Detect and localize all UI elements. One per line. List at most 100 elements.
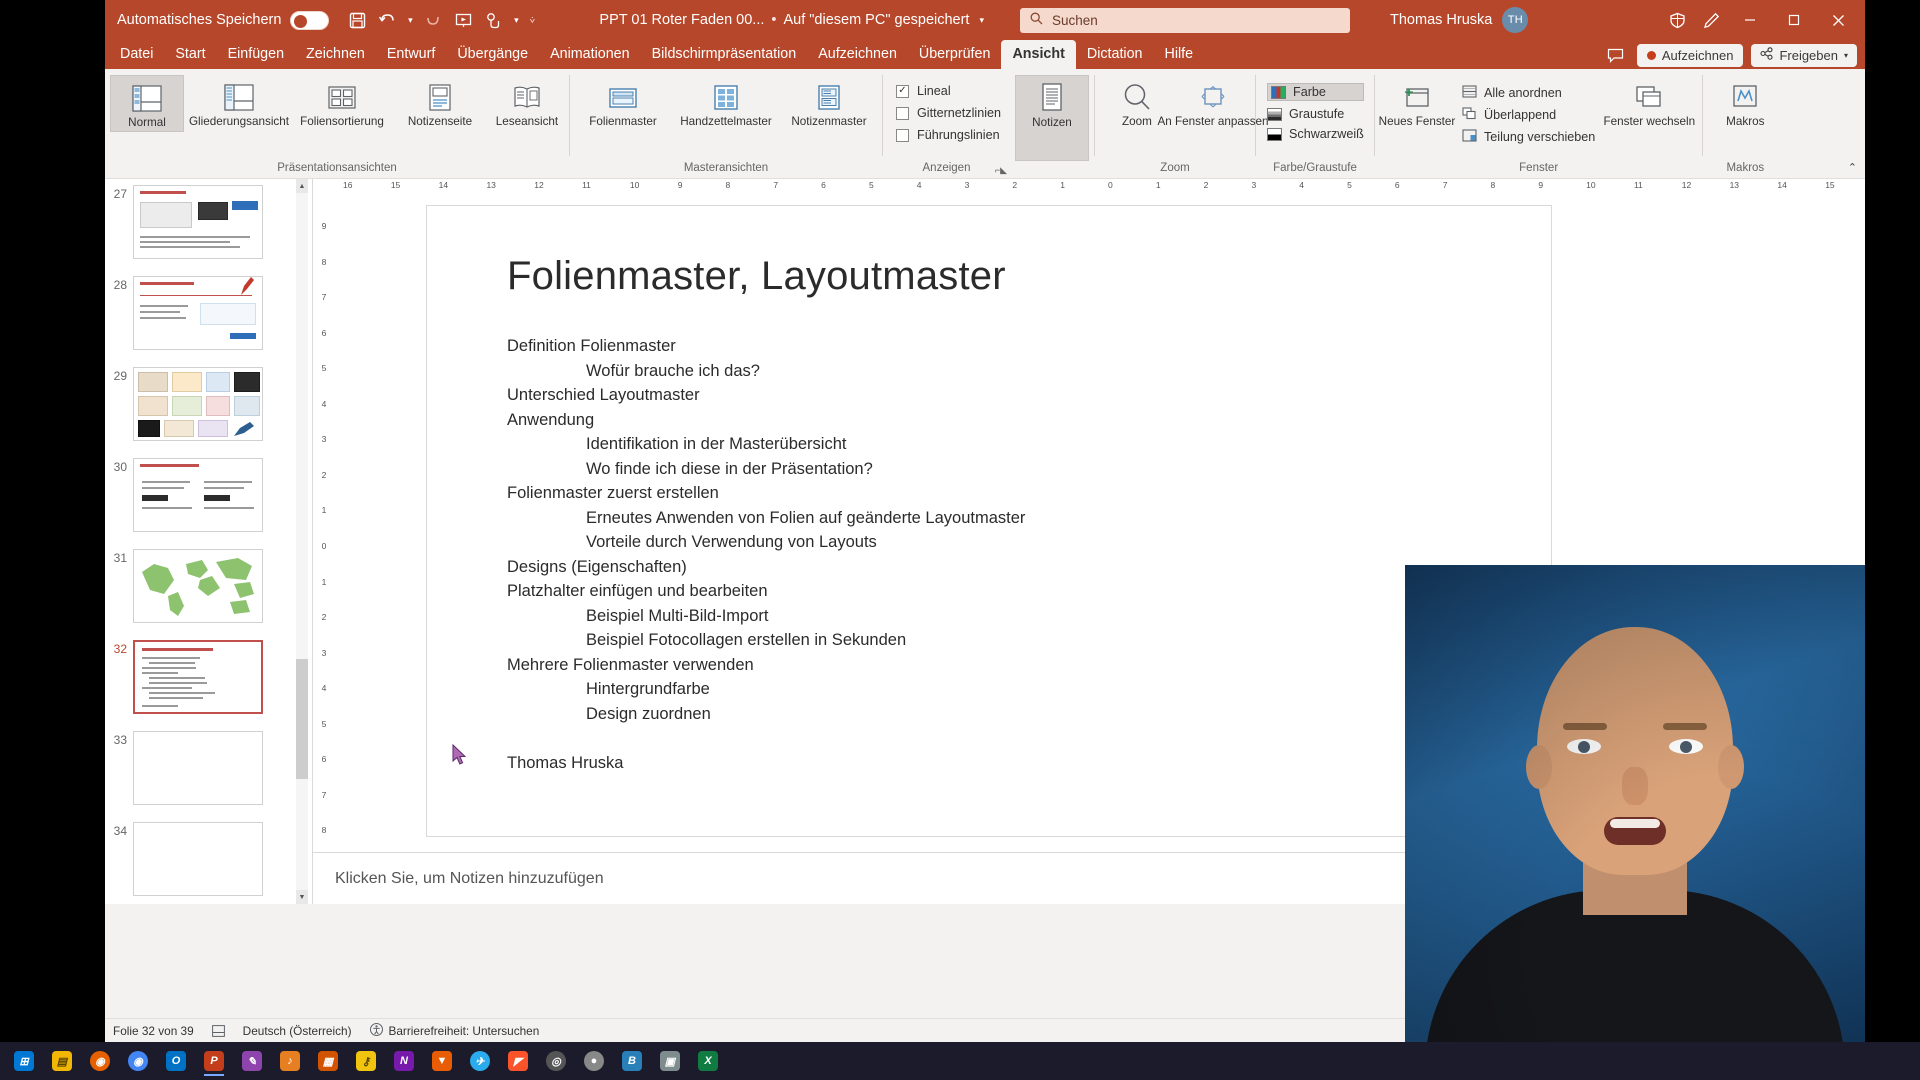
taskbar-start-button[interactable]: ⊞ xyxy=(6,1045,42,1077)
taskbar-audio-app[interactable]: ♪ xyxy=(272,1045,308,1077)
taskbar-spiral-app[interactable]: ◎ xyxy=(538,1045,574,1077)
scroll-down-icon[interactable]: ▼ xyxy=(296,890,308,904)
tab-zeichnen[interactable]: Zeichnen xyxy=(295,40,376,69)
thumbnail-preview[interactable] xyxy=(133,367,263,441)
minimize-button[interactable] xyxy=(1729,0,1771,40)
thumbnail-scrollbar[interactable]: ▲ ▼ xyxy=(296,179,308,904)
redo-icon[interactable] xyxy=(419,6,447,34)
button-slide-master[interactable]: Folienmaster xyxy=(575,75,671,130)
tab-animationen[interactable]: Animationen xyxy=(539,40,640,69)
dialog-launcher-icon[interactable]: ⌐◣ xyxy=(995,165,1007,176)
button-handout-master[interactable]: Handzettelmaster xyxy=(673,75,779,130)
thumbnail-33[interactable]: 33 xyxy=(105,725,295,816)
taskbar-vlc[interactable]: ▼ xyxy=(424,1045,460,1077)
thumbnail-32[interactable]: 32 xyxy=(105,634,295,725)
taskbar-excel-alt[interactable]: ▦ xyxy=(310,1045,346,1077)
checkbox-gitternetzlinien[interactable]: Gitternetzlinien xyxy=(896,106,1001,120)
tab-dictation[interactable]: Dictation xyxy=(1076,40,1154,69)
slide-title[interactable]: Folienmaster, Layoutmaster xyxy=(507,254,1006,299)
tab-datei[interactable]: Datei xyxy=(109,40,164,69)
comments-icon[interactable] xyxy=(1603,43,1629,67)
taskbar-excel[interactable]: X xyxy=(690,1045,726,1077)
checkbox-fuehrungslinien[interactable]: Führungslinien xyxy=(896,128,1001,142)
option-arrange-all[interactable]: Alle anordnen xyxy=(1462,85,1595,101)
maximize-button[interactable] xyxy=(1773,0,1815,40)
button-normal-view[interactable]: Normal xyxy=(110,75,184,132)
taskbar-chrome[interactable]: ◉ xyxy=(120,1045,156,1077)
thumbnail-preview[interactable] xyxy=(133,640,263,714)
language-status[interactable]: Deutsch (Österreich) xyxy=(243,1024,352,1038)
share-button[interactable]: Freigeben ▾ xyxy=(1751,43,1857,67)
tab-bildschirmpraesentation[interactable]: Bildschirmpräsentation xyxy=(641,40,808,69)
share-chevron-icon[interactable]: ▾ xyxy=(1844,51,1848,60)
button-notes-page[interactable]: Notizenseite xyxy=(392,75,488,130)
document-title[interactable]: PPT 01 Roter Faden 00... • Auf "diesem P… xyxy=(599,12,984,28)
save-icon[interactable] xyxy=(343,6,371,34)
slide-canvas[interactable]: Folienmaster, Layoutmaster Definition Fo… xyxy=(427,206,1551,836)
tab-ueberpruefen[interactable]: Überprüfen xyxy=(908,40,1002,69)
autosave-control[interactable]: Automatisches Speichern xyxy=(117,10,330,30)
thumbnail-28[interactable]: 28 xyxy=(105,270,295,361)
taskbar-paint[interactable]: ✎ xyxy=(234,1045,270,1077)
option-move-split[interactable]: Teilung verschieben xyxy=(1462,129,1595,145)
collapse-ribbon-icon[interactable]: ⌃ xyxy=(1848,161,1857,174)
option-cascade[interactable]: Überlappend xyxy=(1462,107,1595,123)
tab-einfuegen[interactable]: Einfügen xyxy=(217,40,295,69)
touch-dropdown-icon[interactable]: ▾ xyxy=(509,6,523,34)
thumbnail-preview[interactable] xyxy=(133,549,263,623)
thumbnail-preview[interactable] xyxy=(133,822,263,896)
button-makros[interactable]: Makros xyxy=(1708,75,1782,130)
tab-uebergaenge[interactable]: Übergänge xyxy=(446,40,539,69)
close-button[interactable] xyxy=(1817,0,1859,40)
thumbnail-preview[interactable] xyxy=(133,458,263,532)
tab-start[interactable]: Start xyxy=(164,40,216,69)
taskbar-key-app[interactable]: ⚷ xyxy=(348,1045,384,1077)
thumbnail-preview[interactable] xyxy=(133,731,263,805)
checkbox-lineal[interactable]: ✓ Lineal xyxy=(896,84,1001,98)
start-slideshow-icon[interactable] xyxy=(449,6,477,34)
thumbnail-31[interactable]: 31 xyxy=(105,543,295,634)
button-new-window[interactable]: Neues Fenster xyxy=(1379,75,1455,130)
tab-entwurf[interactable]: Entwurf xyxy=(376,40,446,69)
tab-ansicht[interactable]: Ansicht xyxy=(1001,40,1076,69)
button-slide-sorter[interactable]: Foliensortierung xyxy=(294,75,390,130)
button-outline-view[interactable]: Gliederungsansicht xyxy=(186,75,292,130)
record-button[interactable]: Aufzeichnen xyxy=(1636,43,1744,67)
shield-icon[interactable] xyxy=(1661,3,1693,37)
chevron-down-icon[interactable]: ▾ xyxy=(979,15,984,26)
option-schwarzweiss[interactable]: Schwarzweiß xyxy=(1267,127,1364,141)
customize-qat-icon[interactable]: ⩒ xyxy=(525,6,539,34)
thumbnail-30[interactable]: 30 xyxy=(105,452,295,543)
search-input[interactable]: Suchen xyxy=(1020,7,1350,33)
taskbar-powerpoint[interactable]: P xyxy=(196,1045,232,1077)
taskbar-onenote[interactable]: N xyxy=(386,1045,422,1077)
autosave-toggle[interactable] xyxy=(290,10,330,30)
tab-hilfe[interactable]: Hilfe xyxy=(1154,40,1205,69)
thumbnail-preview[interactable] xyxy=(133,185,263,259)
thumbnail-34[interactable]: 34 xyxy=(105,816,295,904)
accessibility-status[interactable]: Barrierefreiheit: Untersuchen xyxy=(369,1022,539,1039)
tab-aufzeichnen[interactable]: Aufzeichnen xyxy=(807,40,908,69)
thumbnail-preview[interactable] xyxy=(133,276,263,350)
pen-icon[interactable] xyxy=(1695,3,1727,37)
taskbar-outlook[interactable]: O xyxy=(158,1045,194,1077)
scroll-up-icon[interactable]: ▲ xyxy=(296,179,308,193)
slide-body-placeholder[interactable]: Definition Folienmaster Wofür brauche ic… xyxy=(507,334,1507,773)
taskbar-gray-app[interactable]: ▣ xyxy=(652,1045,688,1077)
taskbar-firefox[interactable]: ◉ xyxy=(82,1045,118,1077)
button-switch-window[interactable]: Fenster wechseln xyxy=(1601,75,1697,130)
taskbar-telegram[interactable]: ✈ xyxy=(462,1045,498,1077)
option-graustufe[interactable]: Graustufe xyxy=(1267,107,1364,121)
option-farbe[interactable]: Farbe xyxy=(1267,83,1364,101)
thumbnail-29[interactable]: 29 xyxy=(105,361,295,452)
slide-counter[interactable]: Folie 32 von 39 xyxy=(113,1024,194,1038)
taskbar-file-explorer[interactable]: ▤ xyxy=(44,1045,80,1077)
avatar[interactable]: TH xyxy=(1502,7,1529,33)
taskbar-blue-app[interactable]: B xyxy=(614,1045,650,1077)
scrollbar-thumb[interactable] xyxy=(296,659,308,779)
button-reading-view[interactable]: Leseansicht xyxy=(490,75,564,130)
button-notes-master[interactable]: Notizenmaster xyxy=(781,75,877,130)
button-fit-to-window[interactable]: An Fenster anpassen xyxy=(1157,75,1269,130)
slide-thumbnail-pane[interactable]: 27 28 29 30 31 32 33 34 ▲ ▼ xyxy=(105,179,313,904)
touch-mode-icon[interactable] xyxy=(479,6,507,34)
